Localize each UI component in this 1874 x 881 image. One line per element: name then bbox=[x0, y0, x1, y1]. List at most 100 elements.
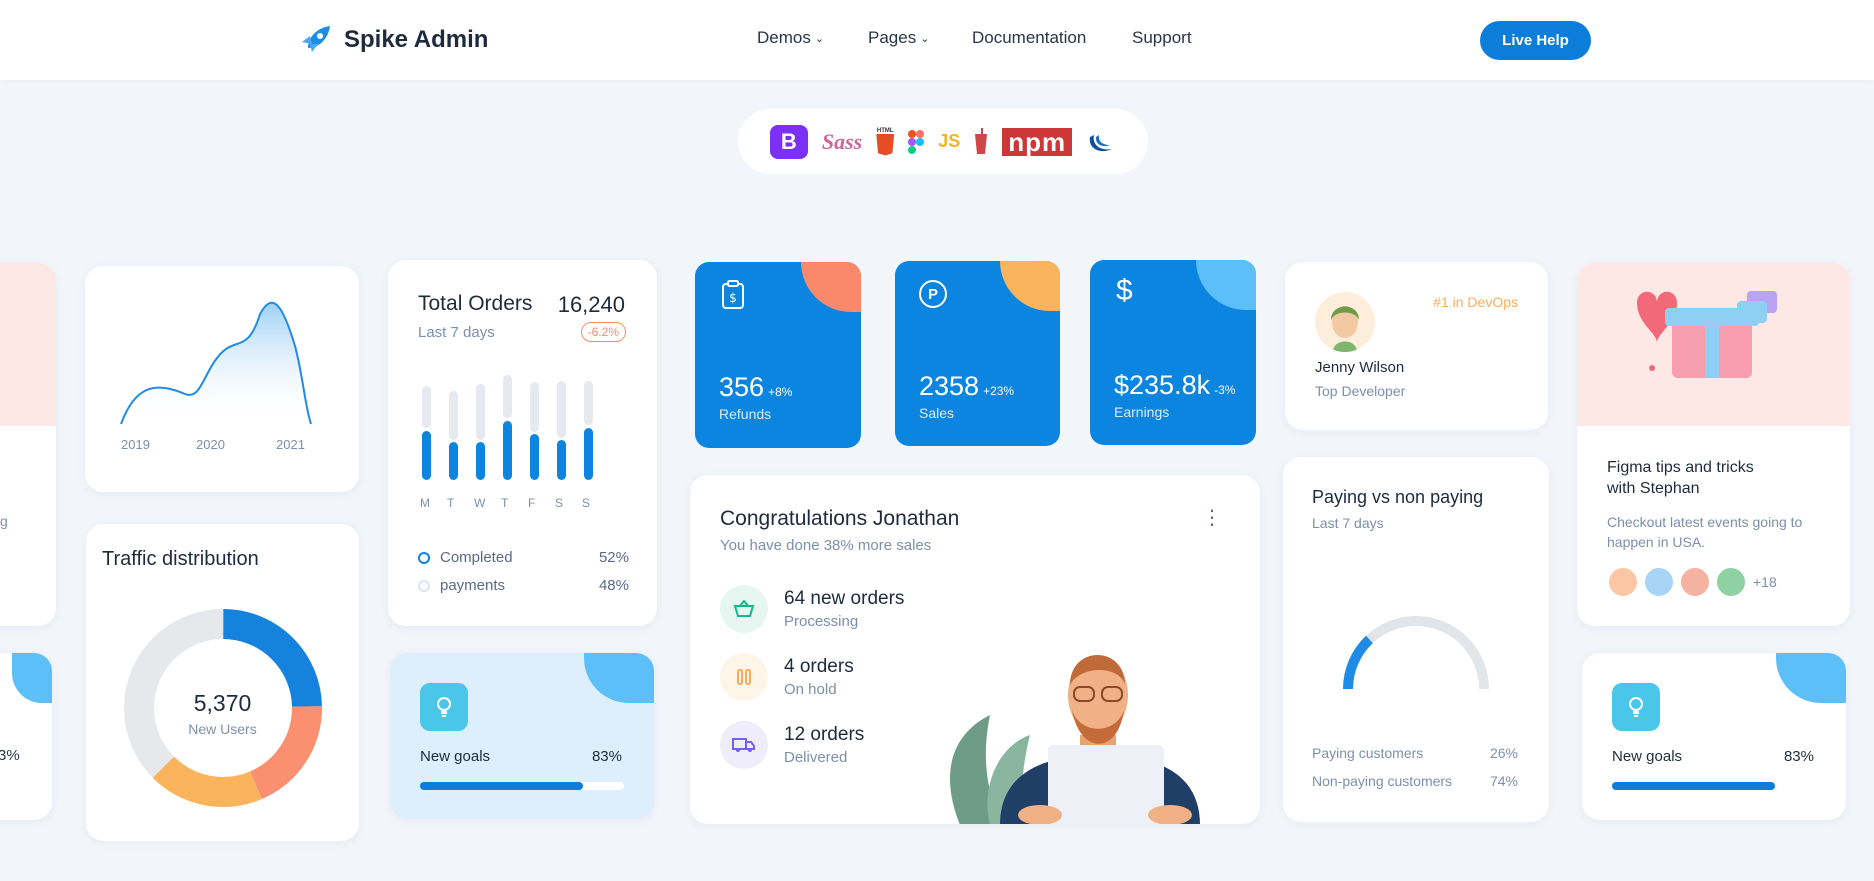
paying-gauge bbox=[1343, 616, 1489, 690]
order-title: 12 orders bbox=[784, 724, 865, 745]
partial-card-left-top: g bbox=[0, 263, 56, 626]
order-bar bbox=[422, 430, 431, 480]
lightbulb-icon bbox=[1612, 683, 1660, 731]
nav-demos[interactable]: Demos ⌄ bbox=[757, 28, 824, 48]
total-orders-title: Total Orders bbox=[418, 292, 533, 315]
more-vertical-icon[interactable]: ⋮ bbox=[1202, 505, 1222, 530]
day-label: F bbox=[528, 496, 536, 510]
order-bar bbox=[557, 440, 566, 480]
decor-corner bbox=[1776, 653, 1846, 703]
top-header: Spike Admin Demos ⌄ Pages ⌄ Documentatio… bbox=[0, 0, 1874, 80]
day-label: S bbox=[555, 496, 564, 510]
attendee-avatars: +18 bbox=[1607, 566, 1777, 598]
decor-corner bbox=[801, 262, 861, 312]
npm-icon: npm bbox=[1002, 127, 1073, 156]
svg-text:$: $ bbox=[729, 291, 737, 305]
stat-label: Refunds bbox=[719, 406, 772, 422]
partial-text: 3% bbox=[0, 747, 20, 764]
paying-row-2: Non-paying customers 74% bbox=[1312, 773, 1518, 789]
stat-value: 2358 bbox=[919, 371, 980, 401]
day-label: M bbox=[420, 496, 430, 510]
profile-badge: #1 in DevOps bbox=[1433, 294, 1518, 310]
legend-label: payments bbox=[440, 577, 506, 594]
total-orders-card: Total Orders 16,240 Last 7 days -6.2% M T… bbox=[388, 260, 657, 626]
total-orders-value: 16,240 bbox=[557, 292, 625, 317]
partial-text: g bbox=[0, 513, 8, 529]
chevron-down-icon: ⌄ bbox=[814, 32, 825, 45]
nav-demos-label: Demos bbox=[757, 28, 811, 47]
jquery-icon bbox=[1089, 134, 1113, 151]
stat-label: Sales bbox=[919, 405, 955, 421]
new-goals-card-right: New goals 83% bbox=[1582, 653, 1846, 820]
stat-card-earnings: $ $235.8k -3% Earnings bbox=[1090, 260, 1256, 445]
gulp-icon bbox=[975, 127, 988, 154]
nav-pages-label: Pages bbox=[868, 28, 917, 47]
decor-corner bbox=[1000, 261, 1060, 311]
more-count: +18 bbox=[1753, 574, 1777, 590]
order-subtitle: Delivered bbox=[784, 749, 848, 766]
order-row-hold[interactable]: 4 orders On hold bbox=[720, 653, 854, 701]
legend-value: 48% bbox=[598, 577, 629, 594]
goals-value: 83% bbox=[1783, 748, 1814, 765]
live-help-button[interactable]: Live Help bbox=[1480, 21, 1591, 60]
stat-change: -3% bbox=[1214, 383, 1236, 397]
orders-bar-chart bbox=[422, 375, 612, 480]
circle-outline-icon bbox=[418, 579, 430, 592]
order-title: 64 new orders bbox=[784, 588, 905, 609]
dollar-icon: $ bbox=[1116, 274, 1133, 307]
gift-illustration bbox=[1577, 263, 1850, 426]
orders-day-labels: MTWTFSS bbox=[420, 496, 612, 512]
order-bar-bg bbox=[449, 391, 458, 440]
total-orders-subtitle: Last 7 days bbox=[418, 324, 495, 341]
goals-label: New goals bbox=[1612, 748, 1683, 765]
order-bar-bg bbox=[503, 375, 512, 418]
paying-row-1: Paying customers 26% bbox=[1312, 745, 1518, 761]
tech-logos: B Sass HTML JS npm bbox=[738, 109, 1148, 174]
stat-change: +8% bbox=[768, 385, 793, 399]
legend-value: 52% bbox=[598, 549, 629, 566]
parking-coin-icon: P bbox=[919, 280, 947, 308]
avatar bbox=[1643, 566, 1675, 598]
nav-pages[interactable]: Pages ⌄ bbox=[868, 28, 929, 48]
order-row-new[interactable]: 64 new orders Processing bbox=[720, 585, 904, 633]
stat-label: Earnings bbox=[1114, 404, 1170, 420]
js-icon: JS bbox=[938, 131, 961, 151]
basket-icon bbox=[720, 585, 768, 633]
clipboard-dollar-icon: $ bbox=[722, 280, 744, 309]
order-bar bbox=[584, 427, 593, 480]
paying-title: Paying vs non paying bbox=[1312, 487, 1484, 507]
brand-name: Spike Admin bbox=[344, 26, 489, 53]
traffic-card: Traffic distribution 5,370 New Users bbox=[86, 524, 359, 841]
figma-event-card[interactable]: Figma tips and tricks with Stephan Check… bbox=[1577, 263, 1850, 626]
stat-card-sales: P 2358 +23% Sales bbox=[895, 261, 1060, 446]
decor-corner bbox=[1196, 260, 1256, 310]
order-row-delivered[interactable]: 12 orders Delivered bbox=[720, 721, 864, 769]
avatar bbox=[1607, 566, 1639, 598]
circle-outline-icon bbox=[418, 551, 430, 564]
sass-icon: Sass bbox=[821, 128, 863, 154]
nav-documentation-label: Documentation bbox=[972, 28, 1087, 47]
day-label: T bbox=[501, 496, 509, 510]
order-bar bbox=[530, 434, 539, 480]
lightbulb-icon bbox=[420, 683, 468, 731]
order-bar-bg bbox=[530, 382, 539, 432]
day-label: T bbox=[447, 496, 455, 510]
nav-support-label: Support bbox=[1132, 28, 1192, 47]
goals-progress bbox=[1612, 782, 1817, 790]
bootstrap-icon: B bbox=[769, 124, 808, 159]
stat-card-refunds: $ 356 +8% Refunds bbox=[695, 262, 861, 448]
total-orders-change-badge: -6.2% bbox=[580, 322, 626, 342]
area-chart bbox=[120, 301, 312, 425]
legend-payments: payments 48% bbox=[418, 577, 629, 594]
profile-card: #1 in DevOps Jenny Wilson Top Developer bbox=[1285, 262, 1548, 430]
area-chart-card: 2019 2020 2021 bbox=[85, 266, 359, 492]
x-tick-2020: 2020 bbox=[196, 437, 225, 452]
order-title: 4 orders bbox=[784, 656, 854, 677]
brand-logo[interactable]: Spike Admin bbox=[298, 22, 488, 58]
x-tick-2019: 2019 bbox=[121, 437, 150, 452]
order-bar-bg bbox=[422, 386, 431, 428]
html5-icon: HTML bbox=[876, 128, 895, 156]
nav-support[interactable]: Support bbox=[1132, 28, 1192, 48]
businessman-illustration bbox=[950, 655, 1200, 824]
nav-documentation[interactable]: Documentation bbox=[972, 28, 1086, 48]
